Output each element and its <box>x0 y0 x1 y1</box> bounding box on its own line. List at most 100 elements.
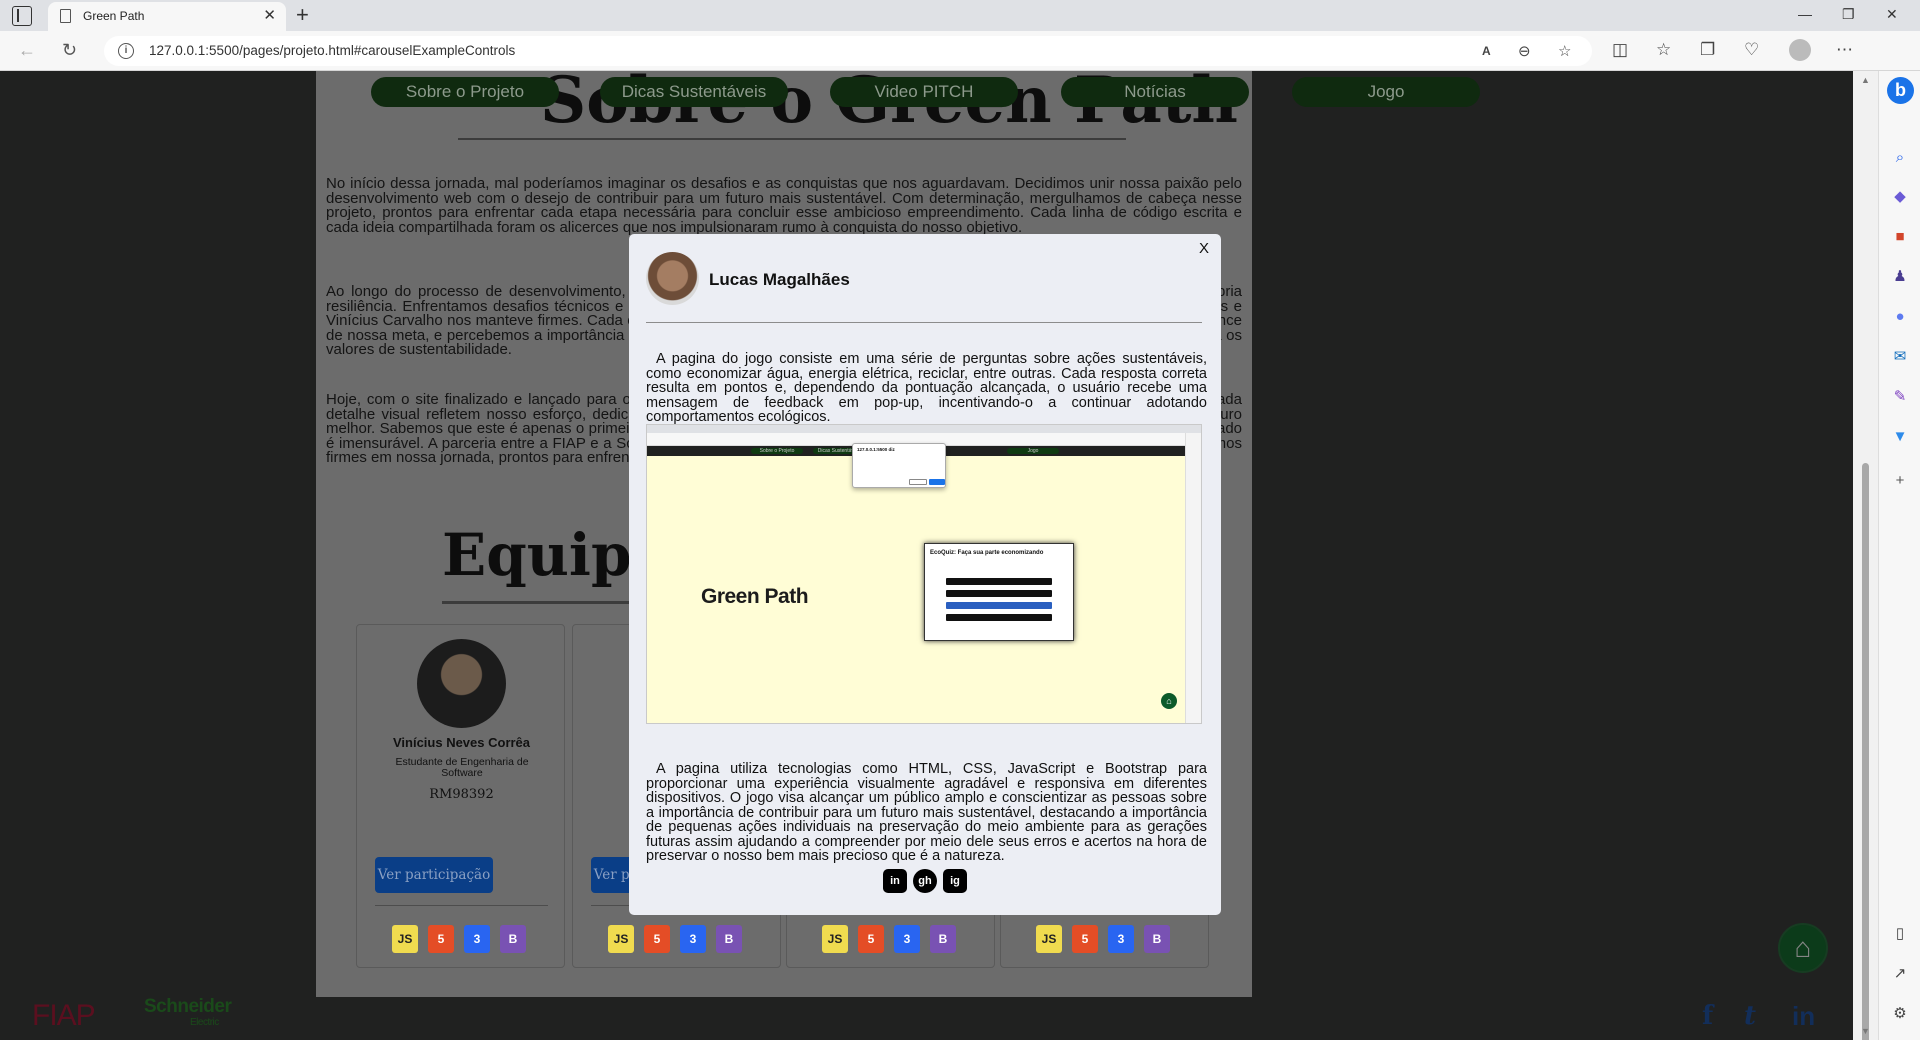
tab-close-icon[interactable]: ✕ <box>263 6 276 24</box>
member-role: Estudante de Engenharia de Software <box>395 756 529 779</box>
screenshot-quiz-option <box>946 578 1052 585</box>
address-bar[interactable]: i 127.0.0.1:5500/pages/projeto.html#caro… <box>104 36 1592 66</box>
tab-title: Green Path <box>83 9 145 23</box>
external-link-icon[interactable]: ↗ <box>1891 965 1909 983</box>
modal-close-button[interactable]: X <box>1199 240 1209 257</box>
screenshot-quiz-option <box>946 590 1052 597</box>
ver-participacao-button[interactable]: Ver participação <box>375 857 493 893</box>
nav-noticias[interactable]: Notícias <box>1061 77 1249 107</box>
facebook-icon[interactable]: f <box>1702 1001 1713 1031</box>
schneider-logo-line2: Electric <box>190 1017 219 1028</box>
title-divider <box>458 138 1126 140</box>
member-avatar <box>646 252 699 305</box>
linkedin-icon[interactable]: in <box>1792 1001 1815 1032</box>
outlook-icon[interactable]: ✉ <box>1891 348 1909 366</box>
microsoft365-icon[interactable]: ● <box>1891 308 1909 326</box>
refresh-icon[interactable]: ↻ <box>62 40 77 61</box>
participation-modal: X Lucas Magalhães A pagina do jogo consi… <box>629 234 1221 915</box>
member-rm: RM98392 <box>429 787 494 802</box>
fiap-logo: FIAP <box>32 999 96 1032</box>
add-icon[interactable]: + <box>1891 472 1909 490</box>
favorite-star-icon[interactable]: ☆ <box>1558 42 1571 60</box>
zoom-out-icon[interactable]: ⊖ <box>1518 42 1531 60</box>
url-text[interactable]: 127.0.0.1:5500/pages/projeto.html#carous… <box>149 43 515 58</box>
screenshot-logo: Green Path <box>701 585 809 608</box>
screenshot-alert-ok <box>929 479 945 485</box>
edge-sidebar: b ⌕ ◆ ■ ♟ ● ✉ ✎ ▼ + ▯ ↗ ⚙ <box>1878 71 1920 1040</box>
html5-icon: 5 <box>428 925 454 953</box>
bootstrap-icon: B <box>716 925 742 953</box>
screenshot-quiz-option <box>946 614 1052 621</box>
css3-icon: 3 <box>464 925 490 953</box>
tools-icon[interactable]: ■ <box>1891 228 1909 246</box>
screenshot-quiz-option <box>946 602 1052 609</box>
back-icon[interactable]: ← <box>18 40 36 61</box>
scroll-up-arrow-icon[interactable]: ▲ <box>1861 75 1870 85</box>
nav-dicas-sustentaveis[interactable]: Dicas Sustentáveis <box>600 77 788 107</box>
read-aloud-icon[interactable]: A <box>1482 44 1491 58</box>
screenshot-nav-item: Sobre o Projeto <box>751 448 803 454</box>
games-icon[interactable]: ♟ <box>1891 268 1909 286</box>
css3-icon: 3 <box>1108 925 1134 953</box>
screenshot-quiz: EcoQuiz: Faça sua parte economizando <box>924 543 1074 641</box>
tab-actions-icon[interactable] <box>12 6 32 26</box>
screenshot-sidebar <box>1185 433 1201 723</box>
scroll-thumb[interactable] <box>1862 463 1869 1040</box>
bootstrap-icon: B <box>500 925 526 953</box>
game-screenshot: Sobre o Projeto Dicas Sustentáveis Jogo … <box>646 424 1202 724</box>
schneider-logo: Schneider Electric <box>144 997 232 1031</box>
screenshot-alert: 127.0.0.1:5500 diz <box>852 443 946 488</box>
javascript-icon: JS <box>822 925 848 953</box>
settings-gear-icon[interactable]: ⚙ <box>1891 1005 1909 1023</box>
bootstrap-icon: B <box>1144 925 1170 953</box>
member-name: Vinícius Neves Corrêa <box>392 735 531 750</box>
shopping-icon[interactable]: ◆ <box>1891 188 1909 206</box>
card-divider <box>375 905 548 906</box>
javascript-icon: JS <box>392 925 418 953</box>
screenshot-nav-item: Jogo <box>1007 448 1059 454</box>
drop-icon[interactable]: ▼ <box>1891 428 1909 446</box>
modal-description-1: A pagina do jogo consiste em uma série d… <box>646 351 1207 425</box>
member-photo <box>417 639 506 728</box>
designer-icon[interactable]: ✎ <box>1891 388 1909 406</box>
home-button[interactable]: ⌂ <box>1778 923 1828 973</box>
css3-icon: 3 <box>680 925 706 953</box>
close-window-button[interactable]: ✕ <box>1886 6 1898 23</box>
github-icon[interactable]: gh <box>913 869 937 893</box>
new-tab-button[interactable]: + <box>296 2 309 28</box>
favorites-icon[interactable]: ☆ <box>1656 40 1671 60</box>
split-screen-icon[interactable]: ◫ <box>1612 40 1628 60</box>
modal-description-2: A pagina utiliza tecnologias como HTML, … <box>646 761 1207 864</box>
more-menu-icon[interactable]: ⋯ <box>1836 40 1853 60</box>
screenshot-quiz-title: EcoQuiz: Faça sua parte economizando <box>930 550 1044 556</box>
profile-avatar[interactable] <box>1789 39 1811 61</box>
nav-jogo[interactable]: Jogo <box>1292 77 1480 107</box>
collections-icon[interactable]: ❐ <box>1700 40 1715 60</box>
browser-tab-bar: Green Path ✕ + — ❐ ✕ <box>0 0 1920 31</box>
nav-sobre-projeto[interactable]: Sobre o Projeto <box>371 77 559 107</box>
bing-copilot-icon[interactable]: b <box>1887 77 1914 104</box>
linkedin-icon[interactable]: in <box>883 869 907 893</box>
browser-tab[interactable]: Green Path ✕ <box>48 2 286 31</box>
site-info-icon[interactable]: i <box>118 43 134 59</box>
address-bar-row: ← ↻ i 127.0.0.1:5500/pages/projeto.html#… <box>0 31 1920 71</box>
scroll-down-arrow-icon[interactable]: ▼ <box>1861 1026 1870 1036</box>
css3-icon: 3 <box>894 925 920 953</box>
search-icon[interactable]: ⌕ <box>1891 149 1909 167</box>
html5-icon: 5 <box>1072 925 1098 953</box>
screenshot-home-icon: ⌂ <box>1161 693 1177 709</box>
modal-member-name: Lucas Magalhães <box>709 270 850 289</box>
twitter-icon[interactable]: t <box>1744 1001 1756 1031</box>
instagram-icon[interactable]: ig <box>943 869 967 893</box>
page-scrollbar[interactable]: ▲ ▼ <box>1853 71 1878 1040</box>
html5-icon: 5 <box>644 925 670 953</box>
main-nav: Sobre o Projeto Dicas Sustentáveis Video… <box>0 77 1853 107</box>
screenshot-tabbar <box>647 425 1201 433</box>
minimize-button[interactable]: — <box>1798 6 1812 22</box>
screenshot-alert-cancel <box>909 479 927 485</box>
restore-button[interactable]: ❐ <box>1842 6 1855 23</box>
html5-icon: 5 <box>858 925 884 953</box>
browser-essentials-icon[interactable]: ♡ <box>1744 40 1759 60</box>
sidebar-toggle-icon[interactable]: ▯ <box>1891 925 1909 943</box>
nav-video-pitch[interactable]: Video PITCH <box>830 77 1018 107</box>
